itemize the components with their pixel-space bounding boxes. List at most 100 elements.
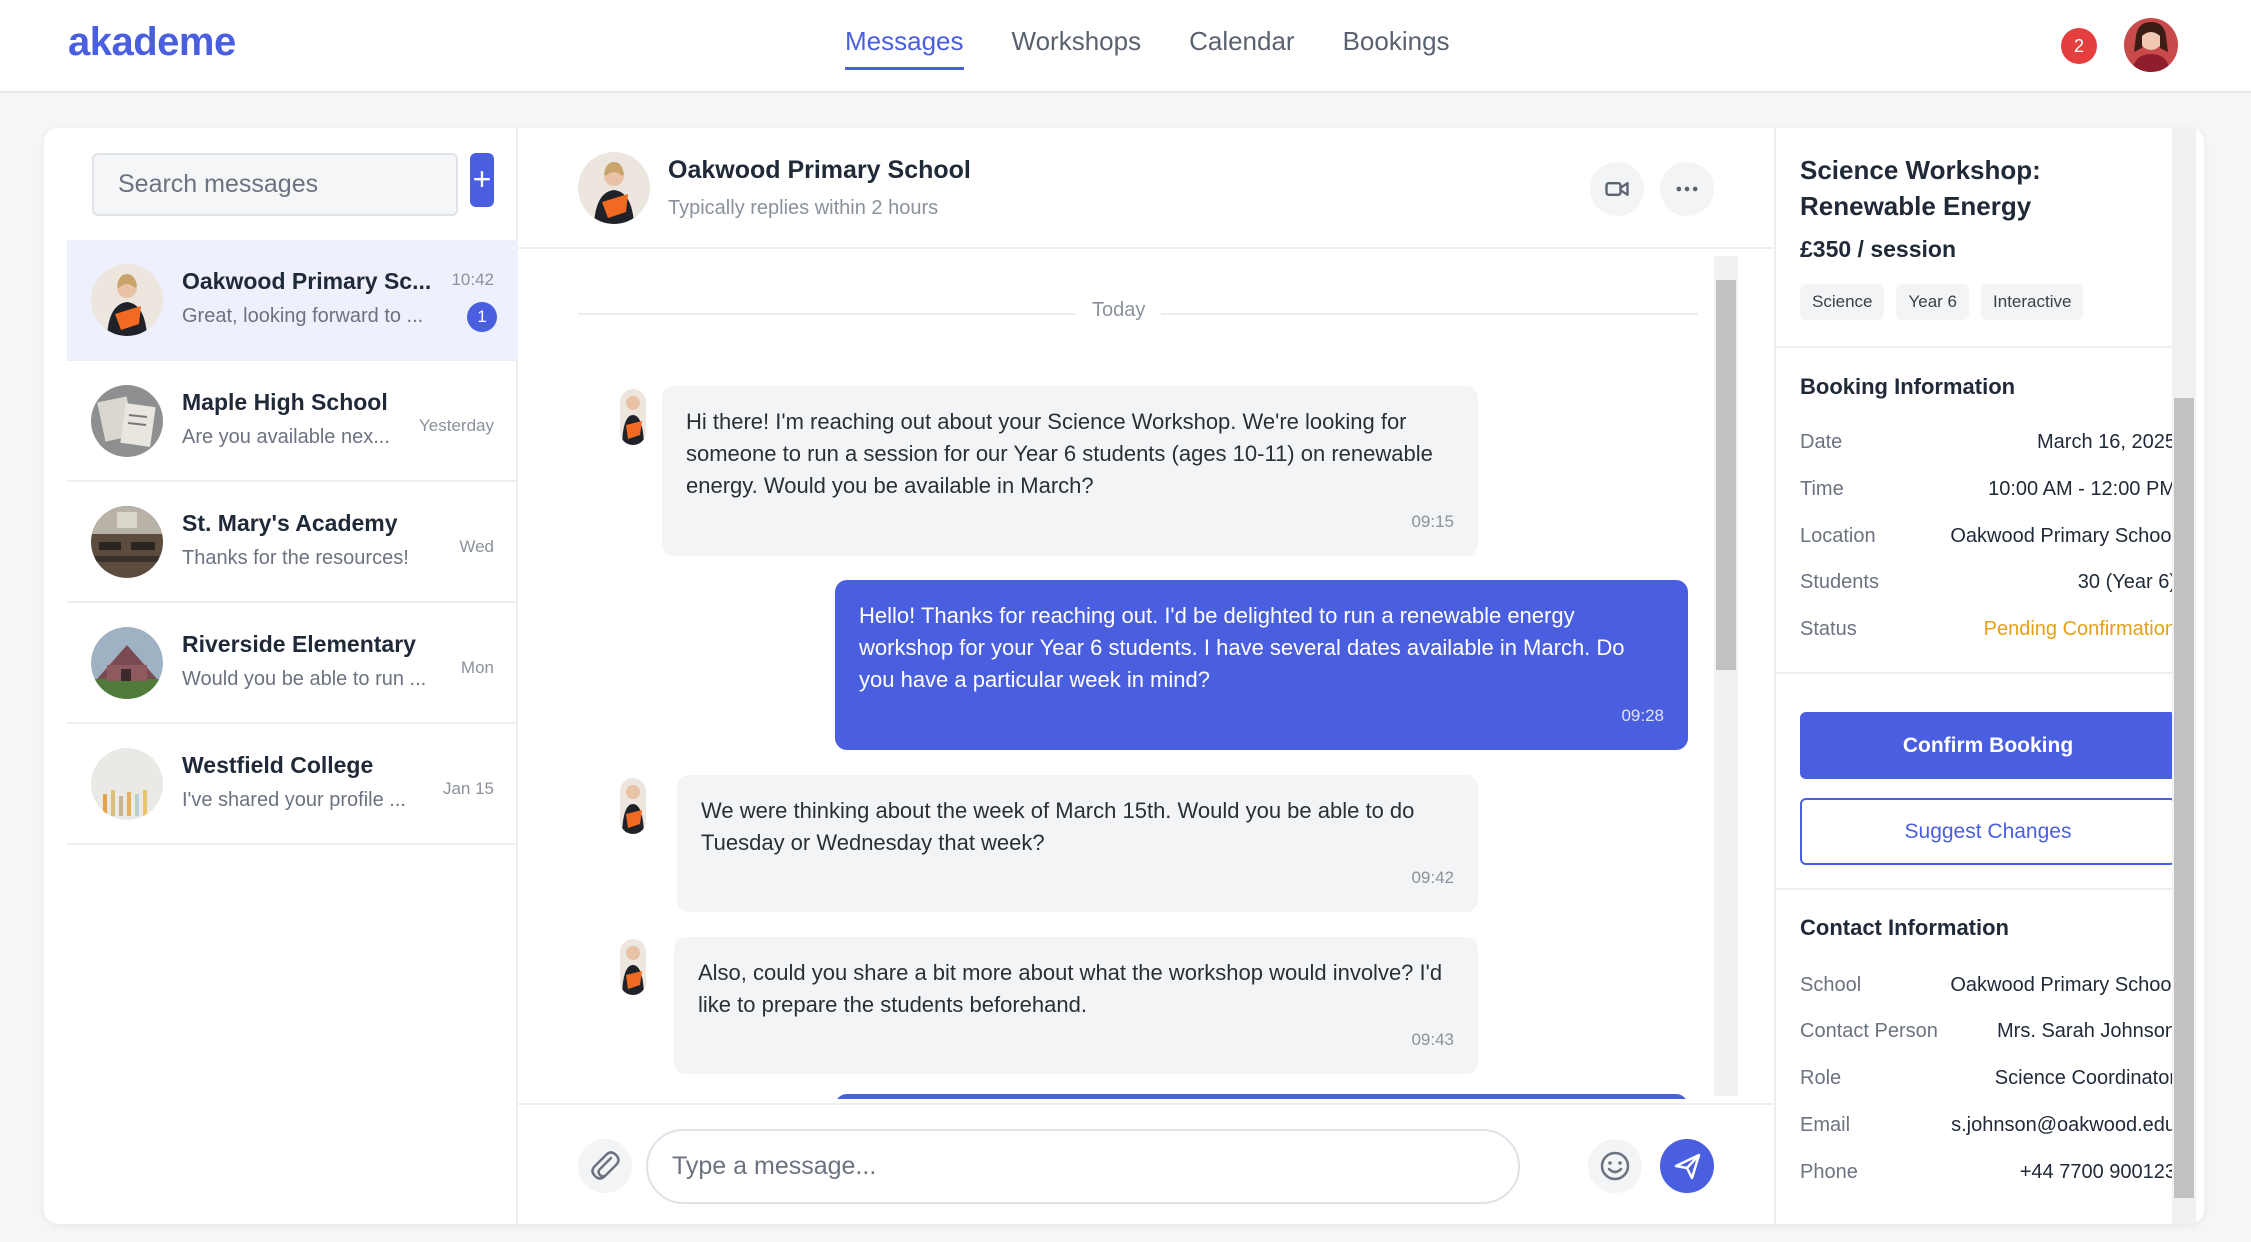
- tag: Year 6: [1896, 284, 1970, 320]
- chat-panel: Oakwood Primary School Typically replies…: [518, 128, 1774, 1224]
- conversation-item[interactable]: Westfield College I've shared your profi…: [67, 724, 518, 845]
- details-scrollbar[interactable]: [2172, 128, 2196, 1224]
- contact-row-person: Contact Person Mrs. Sarah Johnson: [1800, 1020, 2176, 1042]
- booking-details-panel: Science Workshop: Renewable Energy £350 …: [1774, 128, 2204, 1224]
- conversation-item[interactable]: Riverside Elementary Would you be able t…: [67, 603, 518, 724]
- conversation-time: Yesterday: [419, 416, 494, 435]
- suggest-changes-button[interactable]: Suggest Changes: [1800, 798, 2176, 865]
- conversation-time: Mon: [460, 658, 494, 677]
- nav-calendar[interactable]: Calendar: [1189, 26, 1295, 70]
- sender-avatar: [620, 939, 646, 995]
- confirm-booking-button[interactable]: Confirm Booking: [1800, 712, 2176, 779]
- contact-avatar: [578, 152, 650, 224]
- contact-name: Oakwood Primary School: [668, 156, 971, 184]
- conversation-time: 10:42: [451, 270, 494, 289]
- message-list: Today Hi there! I'm reaching out about y…: [518, 249, 1738, 1099]
- date-divider: Today: [578, 299, 1698, 322]
- workshop-title: Science Workshop: Renewable Energy: [1800, 155, 2041, 221]
- send-icon: [1674, 1153, 1701, 1180]
- date-divider-label: Today: [1076, 299, 1162, 322]
- contact-row-role: Role Science Coordinator: [1800, 1067, 2176, 1089]
- sender-avatar: [620, 389, 646, 445]
- message-time: 09:42: [1411, 868, 1454, 887]
- nav-bookings[interactable]: Bookings: [1343, 26, 1450, 70]
- conversation-list: Oakwood Primary Sc... Great, looking for…: [67, 240, 518, 845]
- tag: Science: [1800, 284, 1885, 320]
- booking-row-status: Status Pending Confirmation: [1800, 618, 2176, 640]
- tag: Interactive: [1981, 284, 2084, 320]
- conversation-preview: Would you be able to run ...: [182, 668, 427, 690]
- search-input[interactable]: [92, 153, 458, 216]
- booking-row-location: Location Oakwood Primary School: [1800, 525, 2176, 547]
- message-time: 09:15: [1411, 512, 1454, 531]
- conversation-name: Westfield College: [182, 752, 374, 778]
- conversation-preview: Great, looking forward to ...: [182, 305, 424, 327]
- top-navigation: akademe Messages Workshops Calendar Book…: [0, 0, 2251, 93]
- conversation-avatar: [91, 627, 163, 699]
- divider: [1776, 888, 2172, 890]
- booking-row-students: Students 30 (Year 6): [1800, 571, 2176, 593]
- video-icon: [1605, 182, 1629, 196]
- booking-row-date: Date March 16, 2025: [1800, 431, 2176, 453]
- message-bubble-incoming: We were thinking about the week of March…: [677, 775, 1478, 912]
- user-avatar[interactable]: [2124, 18, 2178, 72]
- conversation-preview: I've shared your profile ...: [182, 789, 406, 811]
- conversation-item[interactable]: Maple High School Are you available nex.…: [67, 361, 518, 482]
- emoji-icon: [1600, 1151, 1630, 1181]
- paperclip-icon: [591, 1151, 620, 1180]
- main-nav: Messages Workshops Calendar Bookings: [845, 26, 1498, 70]
- scrollbar-thumb[interactable]: [2174, 398, 2194, 1198]
- conversation-avatar: [91, 264, 163, 336]
- send-button[interactable]: [1660, 1139, 1714, 1193]
- contact-info-heading: Contact Information: [1800, 915, 2009, 940]
- contact-row-phone: Phone +44 7700 900123: [1800, 1161, 2176, 1183]
- conversation-name: Maple High School: [182, 389, 388, 415]
- message-bubble-outgoing: Hello! Thanks for reaching out. I'd be d…: [835, 580, 1688, 750]
- workshop-tags: Science Year 6 Interactive: [1800, 284, 2095, 320]
- conversation-name: St. Mary's Academy: [182, 510, 398, 536]
- message-time: 09:28: [1621, 706, 1664, 725]
- conversation-avatar: [91, 748, 163, 820]
- emoji-button[interactable]: [1588, 1139, 1642, 1193]
- status-badge: Pending Confirmation: [1983, 618, 2176, 640]
- message-text: Hi there! I'm reaching out about your Sc…: [686, 409, 1433, 498]
- message-bubble-incoming: Hi there! I'm reaching out about your Sc…: [662, 386, 1478, 556]
- attach-button[interactable]: [578, 1139, 632, 1193]
- conversation-item[interactable]: St. Mary's Academy Thanks for the resour…: [67, 482, 518, 603]
- conversation-avatar: [91, 385, 163, 457]
- conversation-item[interactable]: Oakwood Primary Sc... Great, looking for…: [67, 240, 518, 361]
- chat-scrollbar[interactable]: [1714, 256, 1738, 1096]
- conversation-time: Wed: [459, 537, 494, 556]
- contact-status: Typically replies within 2 hours: [668, 197, 939, 219]
- notification-badge[interactable]: 2: [2061, 28, 2097, 64]
- conversation-preview: Thanks for the resources!: [182, 547, 409, 569]
- message-text: We were thinking about the week of March…: [701, 798, 1415, 855]
- conversation-name: Oakwood Primary Sc...: [182, 268, 432, 294]
- divider: [1776, 346, 2172, 348]
- nav-messages[interactable]: Messages: [845, 26, 964, 70]
- workshop-price: £350 / session: [1800, 236, 1956, 262]
- contact-row-email: Email s.johnson@oakwood.edu: [1800, 1114, 2176, 1136]
- contact-row-school: School Oakwood Primary School: [1800, 974, 2176, 996]
- chat-header: Oakwood Primary School Typically replies…: [518, 128, 1774, 249]
- message-input[interactable]: [646, 1129, 1520, 1204]
- more-options-button[interactable]: [1660, 162, 1714, 216]
- more-icon: [1676, 186, 1698, 192]
- scrollbar-thumb[interactable]: [1716, 280, 1736, 670]
- app-logo[interactable]: akademe: [68, 20, 236, 65]
- conversation-preview: Are you available nex...: [182, 426, 390, 448]
- message-text: Also, could you share a bit more about w…: [698, 960, 1443, 1017]
- conversation-name: Riverside Elementary: [182, 631, 416, 657]
- nav-workshops[interactable]: Workshops: [1012, 26, 1142, 70]
- booking-row-time: Time 10:00 AM - 12:00 PM: [1800, 478, 2176, 500]
- message-text: Hello! Thanks for reaching out. I'd be d…: [859, 603, 1625, 692]
- new-conversation-button[interactable]: +: [470, 153, 494, 207]
- divider: [1776, 672, 2172, 674]
- message-bubble-incoming: Also, could you share a bit more about w…: [674, 937, 1478, 1074]
- messaging-card: + Oakwood Primary Sc... Great, looking f…: [44, 128, 2204, 1224]
- booking-info-heading: Booking Information: [1800, 374, 2016, 399]
- message-time: 09:43: [1411, 1030, 1454, 1049]
- video-call-button[interactable]: [1590, 162, 1644, 216]
- conversation-avatar: [91, 506, 163, 578]
- conversation-sidebar: + Oakwood Primary Sc... Great, looking f…: [44, 128, 518, 1224]
